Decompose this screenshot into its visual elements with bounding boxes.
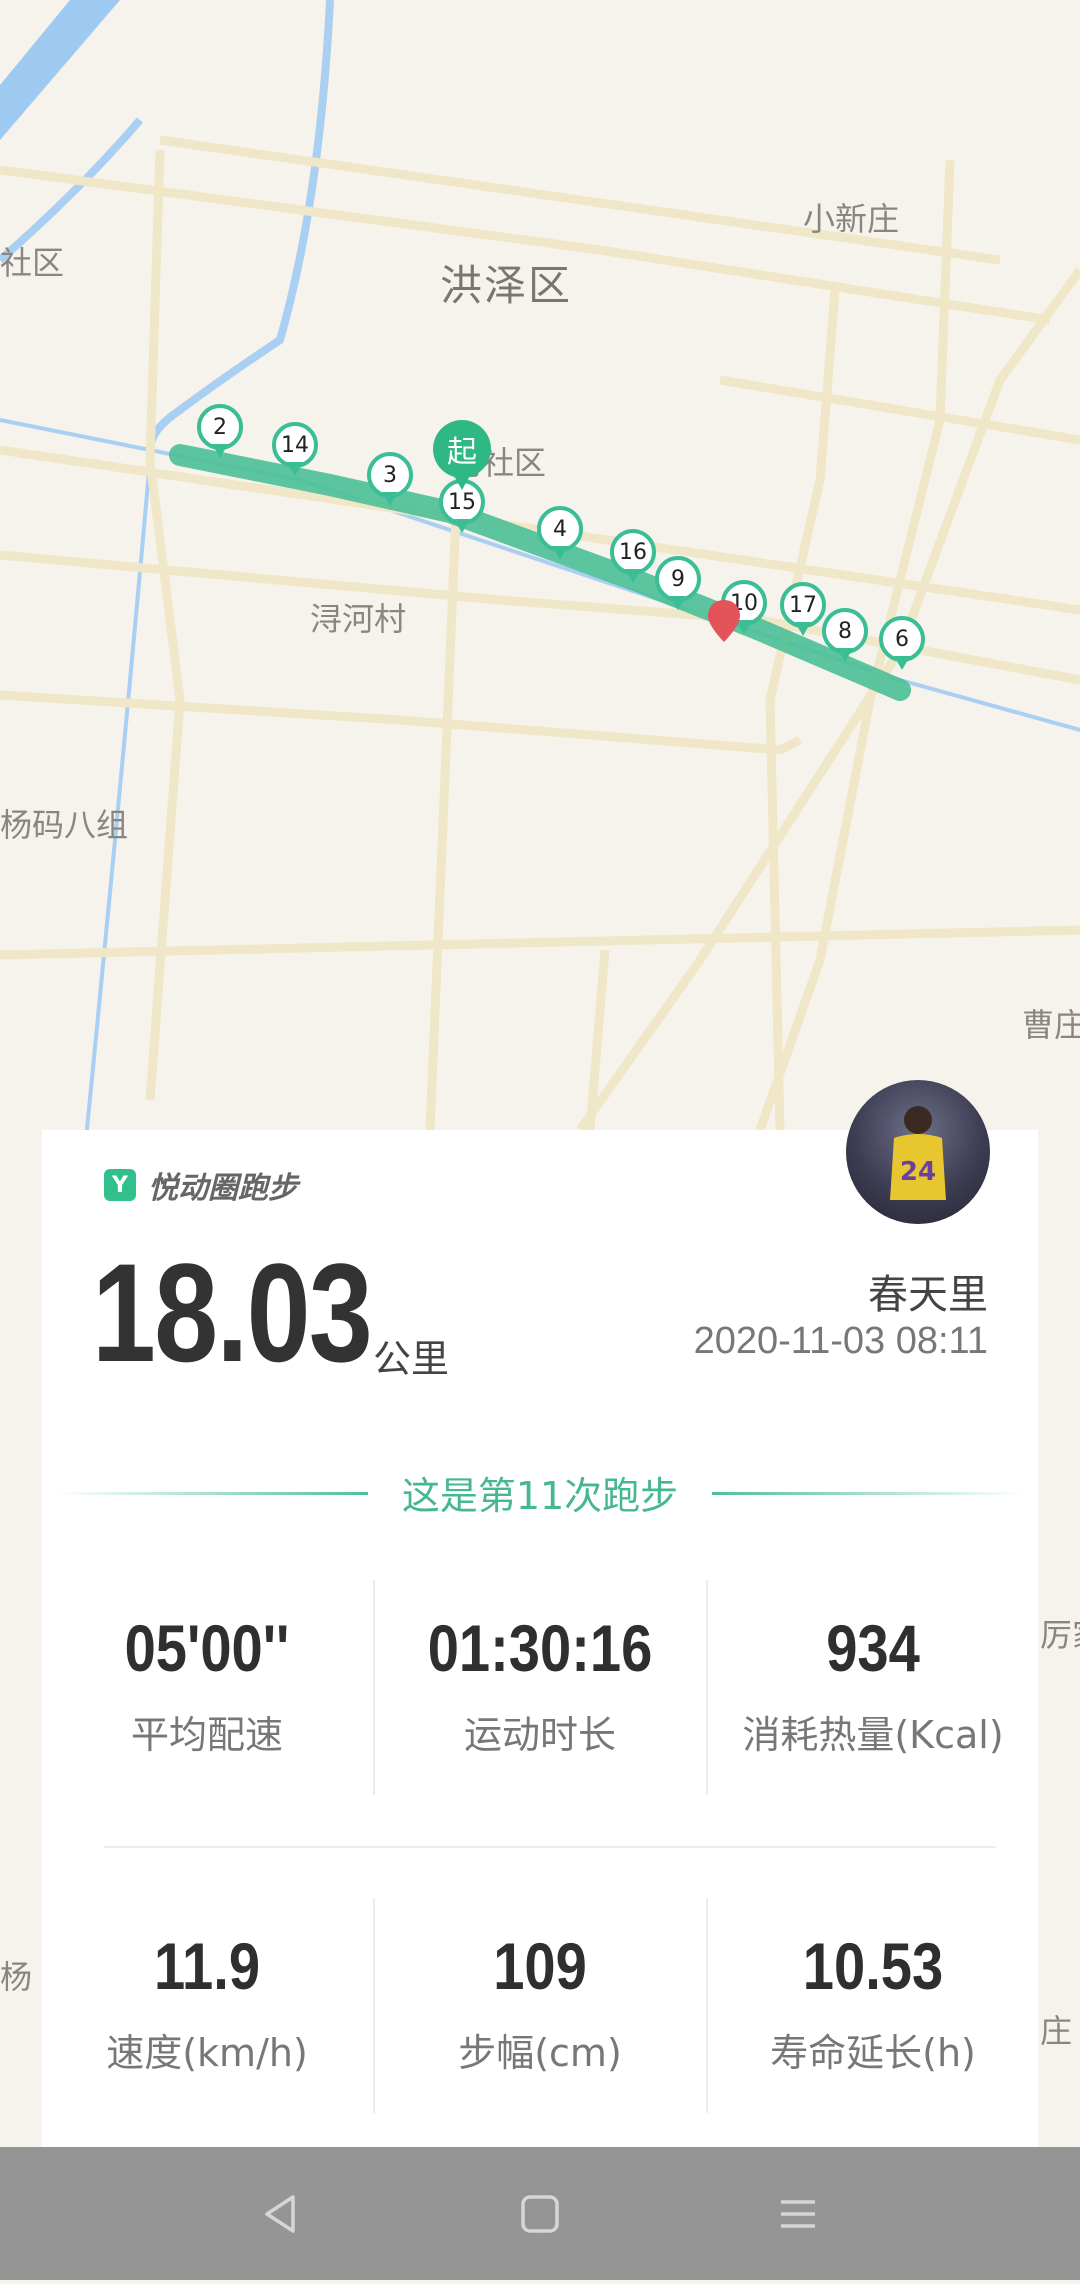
km-marker[interactable]: 4 — [537, 506, 583, 560]
map-label-yang: 杨 — [0, 1958, 33, 1996]
stat-value: 109 — [493, 1929, 587, 2003]
map-label-xunhecun: 浔河村 — [310, 600, 407, 638]
menu-icon — [781, 2199, 815, 2228]
stat-duration: 01:30:16 运动时长 — [375, 1610, 705, 1759]
km-marker[interactable]: 6 — [879, 616, 925, 670]
menu-button[interactable] — [738, 2147, 858, 2280]
map-label-district: 洪泽区 — [440, 261, 573, 310]
back-icon — [265, 2194, 295, 2233]
stat-value: 10.53 — [802, 1929, 944, 2003]
stat-label: 消耗热量(Kcal) — [742, 1713, 1004, 1757]
system-nav-bar — [0, 2147, 1080, 2280]
brand-icon: Y — [104, 1169, 136, 1201]
end-marker-icon[interactable] — [705, 598, 743, 644]
home-button[interactable] — [480, 2147, 600, 2280]
map-label-lijia: 厉家 — [1040, 1616, 1080, 1654]
km-marker[interactable]: 9 — [655, 556, 701, 610]
divider-line-right — [712, 1492, 1024, 1495]
km-marker[interactable]: 16 — [610, 529, 656, 583]
start-marker[interactable]: 起 — [433, 420, 491, 478]
home-icon — [521, 2194, 559, 2233]
svg-text:24: 24 — [900, 1157, 936, 1187]
stat-label: 速度(km/h) — [106, 2031, 308, 2075]
start-marker-tail — [452, 472, 472, 490]
distance-unit: 公里 — [373, 1337, 450, 1381]
run-datetime: 2020-11-03 08:11 — [693, 1320, 988, 1362]
username: 春天里 — [868, 1272, 988, 1318]
stat-label: 寿命延长(h) — [770, 2031, 976, 2075]
back-button[interactable] — [220, 2147, 340, 2280]
avatar[interactable]: 24 — [846, 1080, 990, 1224]
brand-logo: Y 悦动圈跑步 — [104, 1163, 298, 1207]
km-marker[interactable]: 14 — [272, 422, 318, 476]
distance-value: 18.03 — [92, 1234, 373, 1391]
map-label-xiaoxinzhuang: 小新庄 — [803, 200, 900, 238]
stat-value: 934 — [826, 1611, 920, 1685]
stats-row-divider — [104, 1846, 996, 1848]
km-marker[interactable]: 3 — [367, 452, 413, 506]
stat-speed: 11.9 速度(km/h) — [42, 1928, 372, 2077]
stat-stride: 109 步幅(cm) — [375, 1928, 705, 2077]
stat-avg-pace: 05'00'' 平均配速 — [42, 1610, 372, 1759]
stat-value: 11.9 — [153, 1929, 261, 2003]
km-marker[interactable]: 8 — [822, 608, 868, 662]
stat-value: 05'00'' — [124, 1611, 290, 1685]
stat-label: 平均配速 — [130, 1713, 283, 1757]
run-count-divider: 这是第11次跑步 — [56, 1465, 1024, 1525]
km-marker[interactable]: 2 — [197, 404, 243, 458]
river — [0, 0, 120, 140]
map-label-caozhuang: 曹庄 — [1022, 1006, 1080, 1044]
stat-value: 01:30:16 — [427, 1611, 653, 1685]
avatar-image: 24 — [890, 1106, 946, 1200]
stat-life-extension: 10.53 寿命延长(h) — [708, 1928, 1038, 2077]
brand-name: 悦动圈跑步 — [148, 1171, 298, 1206]
stat-label: 步幅(cm) — [458, 2031, 622, 2075]
map-label-zhuang: 庄 — [1040, 2012, 1073, 2050]
km-marker[interactable]: 17 — [780, 582, 826, 636]
river — [146, 0, 334, 451]
map-label-yangma: 杨码八组 — [0, 806, 129, 844]
map-label-community-left: 社区 — [0, 244, 65, 282]
stat-label: 运动时长 — [463, 1713, 616, 1757]
stat-calories: 934 消耗热量(Kcal) — [708, 1610, 1038, 1759]
